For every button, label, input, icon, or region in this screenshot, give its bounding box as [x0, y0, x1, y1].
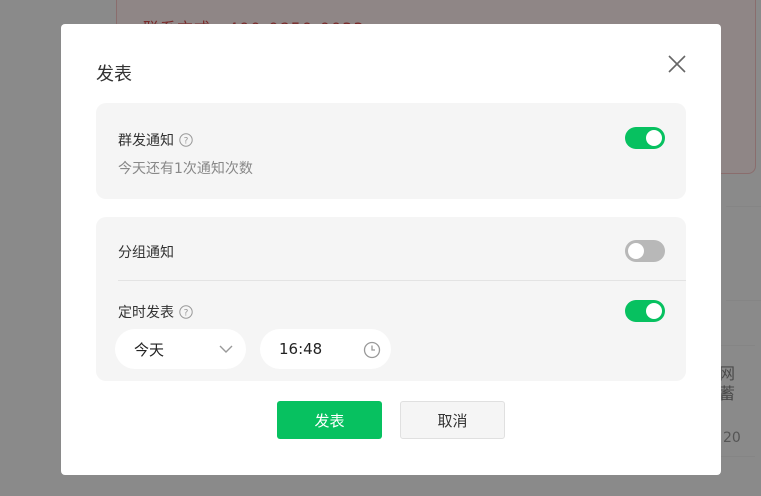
- section-divider: [118, 280, 686, 281]
- chevron-down-icon: [218, 341, 234, 357]
- toggle-knob: [646, 303, 662, 319]
- group-send-section: 群发通知 ? 今天还有1次通知次数: [96, 103, 686, 199]
- help-icon[interactable]: ?: [179, 133, 193, 147]
- scheduled-toggle[interactable]: [625, 300, 665, 322]
- scheduled-label: 定时发表: [118, 305, 174, 321]
- group-notify-label: 分组通知: [118, 245, 174, 261]
- time-value: 16:48: [279, 340, 323, 358]
- background-divider: [726, 206, 761, 207]
- publish-dialog: 发表 群发通知 ? 今天还有1次通知次数 分组通知 定时发表 ? 今天 16:4…: [61, 24, 721, 475]
- toggle-knob: [646, 130, 662, 146]
- group-notify-row: 分组通知: [118, 242, 174, 262]
- help-icon[interactable]: ?: [179, 305, 193, 319]
- group-send-label: 群发通知: [118, 133, 174, 149]
- publish-button[interactable]: 发表: [277, 401, 382, 439]
- background-snippet-number: 20: [723, 430, 741, 446]
- date-value: 今天: [134, 340, 165, 359]
- toggle-knob: [628, 243, 644, 259]
- group-send-row: 群发通知 ?: [118, 130, 193, 150]
- background-divider: [726, 300, 761, 301]
- close-icon[interactable]: [665, 52, 689, 76]
- group-notify-toggle[interactable]: [625, 240, 665, 262]
- cancel-button[interactable]: 取消: [400, 401, 505, 439]
- scheduled-row: 定时发表 ?: [118, 302, 193, 322]
- clock-icon: [363, 341, 381, 359]
- remaining-count-text: 今天还有1次通知次数: [118, 161, 253, 177]
- background-snippet-line: 蓄: [719, 384, 736, 403]
- svg-text:?: ?: [184, 308, 189, 318]
- schedule-section: 分组通知 定时发表 ? 今天 16:48: [96, 217, 686, 381]
- svg-text:?: ?: [184, 136, 189, 146]
- date-select[interactable]: 今天: [115, 329, 246, 369]
- group-send-toggle[interactable]: [625, 127, 665, 149]
- dialog-title: 发表: [96, 64, 132, 85]
- time-picker[interactable]: 16:48: [260, 329, 391, 369]
